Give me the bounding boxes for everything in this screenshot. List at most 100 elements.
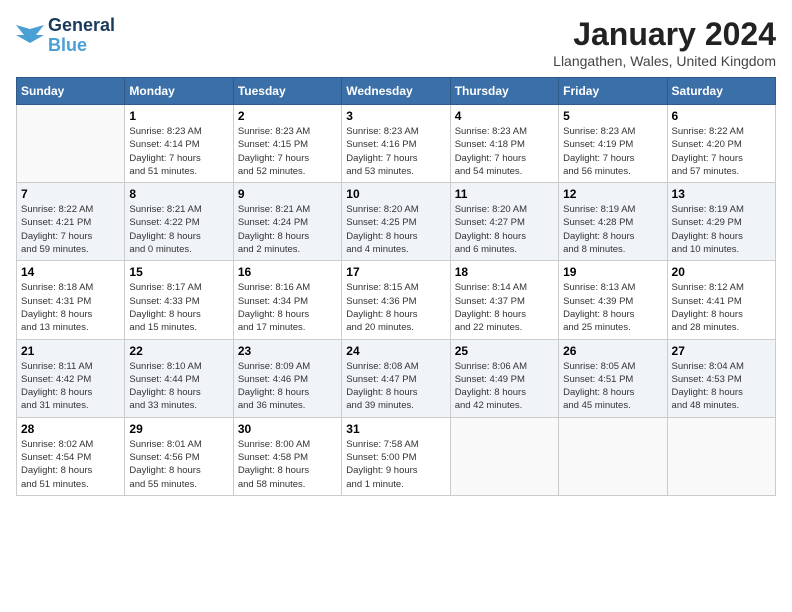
day-info: Sunrise: 8:19 AMSunset: 4:28 PMDaylight:… [563,203,662,256]
calendar-cell: 17Sunrise: 8:15 AMSunset: 4:36 PMDayligh… [342,261,450,339]
calendar-cell: 5Sunrise: 8:23 AMSunset: 4:19 PMDaylight… [559,105,667,183]
calendar-cell: 28Sunrise: 8:02 AMSunset: 4:54 PMDayligh… [17,417,125,495]
day-info: Sunrise: 8:05 AMSunset: 4:51 PMDaylight:… [563,360,662,413]
day-number: 19 [563,265,662,279]
day-info: Sunrise: 8:19 AMSunset: 4:29 PMDaylight:… [672,203,771,256]
calendar-cell: 18Sunrise: 8:14 AMSunset: 4:37 PMDayligh… [450,261,558,339]
day-info: Sunrise: 8:12 AMSunset: 4:41 PMDaylight:… [672,281,771,334]
day-number: 29 [129,422,228,436]
logo-icon [16,25,44,47]
logo-text: General Blue [48,16,115,56]
day-number: 22 [129,344,228,358]
day-number: 17 [346,265,445,279]
calendar-cell [667,417,775,495]
week-row-2: 7Sunrise: 8:22 AMSunset: 4:21 PMDaylight… [17,183,776,261]
week-row-4: 21 Sunrise: 8:11 AMSunset: 4:42 PMDayligh… [17,339,776,417]
day-number: 3 [346,109,445,123]
day-info: Sunrise: 8:21 AMSunset: 4:24 PMDaylight:… [238,203,337,256]
days-of-week-row: SundayMondayTuesdayWednesdayThursdayFrid… [17,78,776,105]
day-info: Sunrise: 8:10 AMSunset: 4:44 PMDaylight:… [129,360,228,413]
calendar-cell: 10 Sunrise: 8:20 AMSunset: 4:25 PMDayligh… [342,183,450,261]
day-info: Sunrise: 8:23 AMSunset: 4:15 PMDaylight:… [238,125,337,178]
day-number: 26 [563,344,662,358]
calendar-cell: 19 Sunrise: 8:13 AMSunset: 4:39 PMDayligh… [559,261,667,339]
day-info: Sunrise: 8:23 AMSunset: 4:16 PMDaylight:… [346,125,445,178]
day-info: Sunrise: 8:21 AMSunset: 4:22 PMDaylight:… [129,203,228,256]
calendar-cell [17,105,125,183]
calendar-cell: 29 Sunrise: 8:01 AMSunset: 4:56 PMDayligh… [125,417,233,495]
calendar-cell: 21 Sunrise: 8:11 AMSunset: 4:42 PMDayligh… [17,339,125,417]
week-row-1: 1Sunrise: 8:23 AMSunset: 4:14 PMDaylight… [17,105,776,183]
day-info: Sunrise: 8:20 AMSunset: 4:25 PMDaylight:… [346,203,445,256]
day-info: Sunrise: 8:16 AMSunset: 4:34 PMDaylight:… [238,281,337,334]
day-number: 4 [455,109,554,123]
logo: General Blue [16,16,115,56]
day-number: 23 [238,344,337,358]
day-info: Sunrise: 8:18 AMSunset: 4:31 PMDaylight:… [21,281,120,334]
day-info: Sunrise: 7:58 AMSunset: 5:00 PMDaylight:… [346,438,445,491]
calendar-cell: 27 Sunrise: 8:04 AMSunset: 4:53 PMDayligh… [667,339,775,417]
day-number: 20 [672,265,771,279]
day-info: Sunrise: 8:17 AMSunset: 4:33 PMDaylight:… [129,281,228,334]
day-info: Sunrise: 8:06 AMSunset: 4:49 PMDaylight:… [455,360,554,413]
day-info: Sunrise: 8:23 AMSunset: 4:19 PMDaylight:… [563,125,662,178]
calendar-cell: 12 Sunrise: 8:19 AMSunset: 4:28 PMDayligh… [559,183,667,261]
day-number: 10 [346,187,445,201]
week-row-5: 28Sunrise: 8:02 AMSunset: 4:54 PMDayligh… [17,417,776,495]
day-number: 7 [21,187,120,201]
day-number: 31 [346,422,445,436]
day-info: Sunrise: 8:02 AMSunset: 4:54 PMDaylight:… [21,438,120,491]
dow-header-tuesday: Tuesday [233,78,341,105]
calendar-cell: 4 Sunrise: 8:23 AMSunset: 4:18 PMDaylight… [450,105,558,183]
calendar-cell [450,417,558,495]
calendar-cell: 13 Sunrise: 8:19 AMSunset: 4:29 PMDayligh… [667,183,775,261]
calendar-cell: 7Sunrise: 8:22 AMSunset: 4:21 PMDaylight… [17,183,125,261]
day-info: Sunrise: 8:13 AMSunset: 4:39 PMDaylight:… [563,281,662,334]
logo-line1: General [48,16,115,36]
day-number: 30 [238,422,337,436]
month-title: January 2024 [553,16,776,53]
day-info: Sunrise: 8:01 AMSunset: 4:56 PMDaylight:… [129,438,228,491]
calendar-cell: 24Sunrise: 8:08 AMSunset: 4:47 PMDayligh… [342,339,450,417]
day-number: 12 [563,187,662,201]
day-info: Sunrise: 8:09 AMSunset: 4:46 PMDaylight:… [238,360,337,413]
page-header: General Blue January 2024 Llangathen, Wa… [16,16,776,69]
dow-header-thursday: Thursday [450,78,558,105]
location: Llangathen, Wales, United Kingdom [553,53,776,69]
day-info: Sunrise: 8:23 AMSunset: 4:18 PMDaylight:… [455,125,554,178]
calendar-table: SundayMondayTuesdayWednesdayThursdayFrid… [16,77,776,496]
logo-line2: Blue [48,35,87,55]
day-number: 13 [672,187,771,201]
calendar-body: 1Sunrise: 8:23 AMSunset: 4:14 PMDaylight… [17,105,776,496]
calendar-cell: 1Sunrise: 8:23 AMSunset: 4:14 PMDaylight… [125,105,233,183]
calendar-cell: 26 Sunrise: 8:05 AMSunset: 4:51 PMDayligh… [559,339,667,417]
calendar-cell: 15 Sunrise: 8:17 AMSunset: 4:33 PMDayligh… [125,261,233,339]
calendar-cell: 3 Sunrise: 8:23 AMSunset: 4:16 PMDaylight… [342,105,450,183]
title-block: January 2024 Llangathen, Wales, United K… [553,16,776,69]
day-number: 15 [129,265,228,279]
calendar-cell: 14 Sunrise: 8:18 AMSunset: 4:31 PMDayligh… [17,261,125,339]
day-number: 11 [455,187,554,201]
day-info: Sunrise: 8:08 AMSunset: 4:47 PMDaylight:… [346,360,445,413]
day-number: 27 [672,344,771,358]
day-number: 16 [238,265,337,279]
day-number: 14 [21,265,120,279]
calendar-cell: 23 Sunrise: 8:09 AMSunset: 4:46 PMDayligh… [233,339,341,417]
calendar-cell: 30 Sunrise: 8:00 AMSunset: 4:58 PMDayligh… [233,417,341,495]
day-number: 9 [238,187,337,201]
day-info: Sunrise: 8:11 AMSunset: 4:42 PMDaylight:… [21,360,120,413]
dow-header-sunday: Sunday [17,78,125,105]
calendar-cell: 9 Sunrise: 8:21 AMSunset: 4:24 PMDaylight… [233,183,341,261]
week-row-3: 14 Sunrise: 8:18 AMSunset: 4:31 PMDayligh… [17,261,776,339]
day-number: 25 [455,344,554,358]
calendar-cell: 22 Sunrise: 8:10 AMSunset: 4:44 PMDayligh… [125,339,233,417]
calendar-cell: 31 Sunrise: 7:58 AMSunset: 5:00 PMDayligh… [342,417,450,495]
dow-header-wednesday: Wednesday [342,78,450,105]
calendar-cell: 6Sunrise: 8:22 AMSunset: 4:20 PMDaylight… [667,105,775,183]
day-info: Sunrise: 8:04 AMSunset: 4:53 PMDaylight:… [672,360,771,413]
calendar-cell: 2 Sunrise: 8:23 AMSunset: 4:15 PMDaylight… [233,105,341,183]
day-number: 2 [238,109,337,123]
day-info: Sunrise: 8:23 AMSunset: 4:14 PMDaylight:… [129,125,228,178]
day-info: Sunrise: 8:00 AMSunset: 4:58 PMDaylight:… [238,438,337,491]
day-number: 21 [21,344,120,358]
